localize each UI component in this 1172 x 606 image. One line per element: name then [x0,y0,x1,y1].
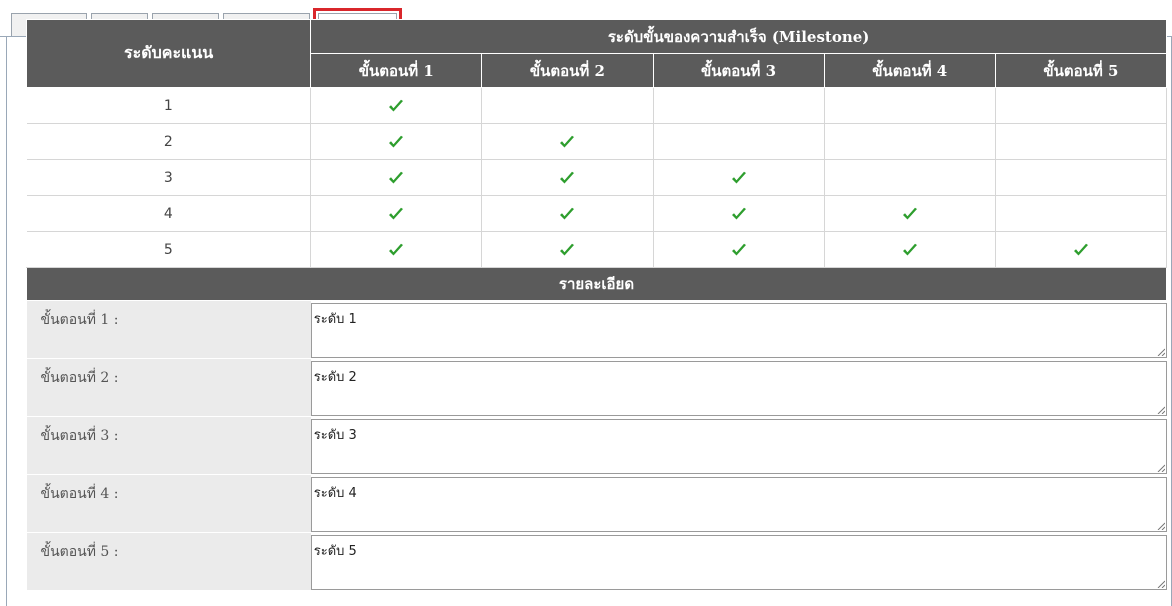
level-cell: 4 [26,195,312,232]
step-1-textarea[interactable]: ระดับ 1 [310,303,1167,358]
step-cell [481,123,654,160]
step-cell [995,195,1168,232]
milestone-table: ระดับคะแนน ระดับขั้นของความสำเร็จ (Miles… [25,19,1168,591]
step-cell [481,159,654,196]
step-cell [310,87,483,124]
step-header-3: ขั้นตอนที่ 3 [652,53,825,88]
milestone-header: ระดับขั้นของความสำเร็จ (Milestone) [310,19,1167,54]
step-cell [824,195,996,232]
step-cell [995,159,1168,196]
detail-label: ขั้นตอนที่ 2 : [26,358,311,417]
table-row: 2 [26,123,1168,160]
score-header: ระดับคะแนน [25,19,312,88]
checkmark-icon [731,243,746,255]
checkmark-icon [389,243,404,255]
details-header: รายละเอียด [26,267,1167,301]
step-cell [824,123,996,160]
table-row: 5 [26,231,1168,268]
detail-row: ขั้นตอนที่ 3 : ระดับ 3 [26,416,1167,475]
level-cell: 5 [26,231,312,268]
table-row: 3 [26,159,1168,196]
detail-label: ขั้นตอนที่ 5 : [26,532,311,591]
table-row: 1 [26,87,1168,124]
checkmark-icon [731,171,746,183]
checkmark-icon [560,243,575,255]
step-cell [310,159,483,196]
textarea-text: ระดับ 4 [313,486,357,501]
resize-grip-icon[interactable] [1157,348,1165,356]
step-cell [481,87,654,124]
textarea-text: ระดับ 5 [313,544,357,559]
step-cell [481,195,654,232]
detail-value-cell: ระดับ 1 [310,300,1167,359]
checkmark-icon [389,99,404,111]
textarea-text: ระดับ 1 [313,312,357,327]
step-cell [824,159,996,196]
resize-grip-icon[interactable] [1157,406,1165,414]
checkmark-icon [902,243,917,255]
detail-row: ขั้นตอนที่ 2 : ระดับ 2 [26,358,1167,417]
step-cell [653,231,825,268]
level-cell: 1 [26,87,312,124]
step-header-4: ขั้นตอนที่ 4 [823,53,996,88]
step-header-2: ขั้นตอนที่ 2 [481,53,654,88]
checkmark-icon [902,207,917,219]
step-3-textarea[interactable]: ระดับ 3 [310,419,1167,474]
level-cell: 3 [26,159,312,196]
detail-value-cell: ระดับ 4 [310,474,1167,533]
step-cell [653,123,825,160]
detail-row: ขั้นตอนที่ 5 : ระดับ 5 [26,532,1167,591]
step-cell [310,123,483,160]
checkmark-icon [389,207,404,219]
checkmark-icon [560,135,575,147]
step-cell [995,87,1168,124]
step-cell [653,87,825,124]
resize-grip-icon[interactable] [1157,522,1165,530]
textarea-text: ระดับ 3 [313,428,357,443]
detail-value-cell: ระดับ 3 [310,416,1167,475]
checkmark-icon [560,171,575,183]
step-2-textarea[interactable]: ระดับ 2 [310,361,1167,416]
detail-label: ขั้นตอนที่ 4 : [26,474,311,533]
step-cell [481,231,654,268]
checkmark-icon [1073,243,1088,255]
step-cell [995,123,1168,160]
step-cell [995,231,1168,268]
level-cell: 2 [26,123,312,160]
detail-row: ขั้นตอนที่ 4 : ระดับ 4 [26,474,1167,533]
detail-label: ขั้นตอนที่ 3 : [26,416,311,475]
step-cell [824,87,996,124]
step-cell [653,195,825,232]
resize-grip-icon[interactable] [1157,580,1165,588]
detail-value-cell: ระดับ 5 [310,532,1167,591]
detail-label: ขั้นตอนที่ 1 : [26,300,311,359]
table-row: 4 [26,195,1168,232]
step-header-1: ขั้นตอนที่ 1 [310,53,483,88]
step-cell [653,159,825,196]
textarea-text: ระดับ 2 [313,370,357,385]
checkmark-icon [731,207,746,219]
step-cell [310,195,483,232]
step-cell [310,231,483,268]
checkmark-icon [560,207,575,219]
checkmark-icon [389,135,404,147]
detail-value-cell: ระดับ 2 [310,358,1167,417]
detail-row: ขั้นตอนที่ 1 : ระดับ 1 [26,300,1167,359]
step-4-textarea[interactable]: ระดับ 4 [310,477,1167,532]
step-5-textarea[interactable]: ระดับ 5 [310,535,1167,590]
step-header-5: ขั้นตอนที่ 5 [994,53,1168,88]
checkmark-icon [389,171,404,183]
step-cell [824,231,996,268]
resize-grip-icon[interactable] [1157,464,1165,472]
